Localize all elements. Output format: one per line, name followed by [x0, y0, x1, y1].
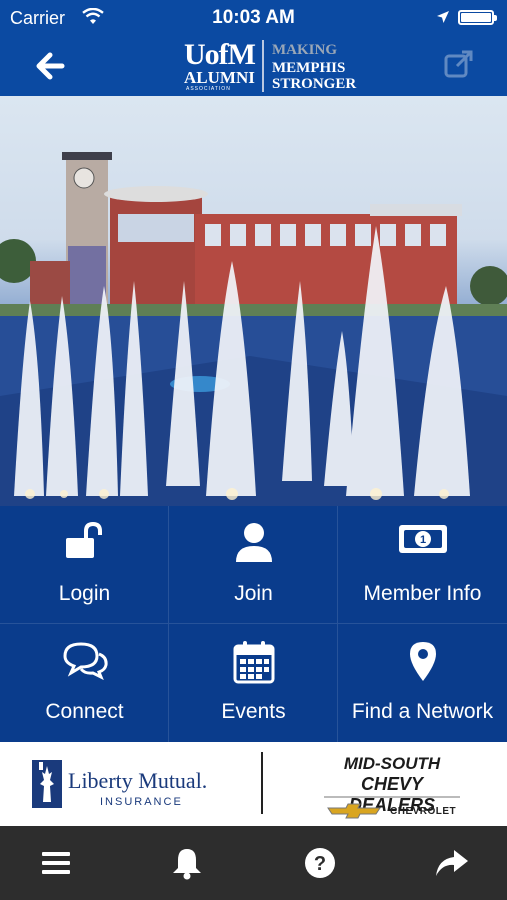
tagline-stronger: STRONGER [272, 76, 357, 92]
login-label: Login [58, 582, 111, 605]
chevrolet-wordmark: CHEVROLET [390, 806, 457, 817]
chevrolet-bowtie-icon [327, 803, 381, 819]
connect-tile[interactable]: Connect [0, 624, 169, 742]
share-forward-button[interactable] [434, 846, 468, 880]
liberty-mutual-name: Liberty Mutual. [68, 768, 208, 793]
menu-grid: Login Join 1 Member Info Connect Events … [0, 506, 507, 742]
chat-bubbles-icon [0, 640, 169, 682]
logo-divider [262, 40, 264, 92]
logo-alumni: ALUMNI [184, 68, 255, 87]
status-bar: Carrier 10:03 AM [0, 0, 507, 34]
join-label: Join [234, 582, 273, 605]
statue-of-liberty-icon [32, 760, 62, 808]
menu-button[interactable] [40, 846, 74, 880]
app-header: UofM ALUMNI ASSOCIATION MAKING MEMPHIS S… [0, 34, 507, 96]
unlock-icon [0, 522, 169, 564]
svg-text:?: ? [314, 853, 326, 875]
external-share-icon [444, 50, 473, 78]
help-icon: ? [305, 848, 335, 878]
arrow-left-icon [36, 52, 65, 80]
login-tile[interactable]: Login [0, 506, 169, 624]
logo-um: UofM [184, 38, 256, 71]
tagline-making: MAKING [272, 42, 337, 58]
card-icon: 1 [338, 522, 507, 564]
share-button[interactable] [443, 48, 475, 80]
connect-label: Connect [45, 700, 124, 723]
campus-fountain-photo [0, 96, 507, 506]
battery-icon [458, 10, 497, 25]
sponsor-divider [261, 752, 263, 814]
calendar-icon [169, 640, 338, 684]
events-label: Events [221, 700, 286, 723]
back-button[interactable] [34, 50, 66, 82]
join-tile[interactable]: Join [169, 506, 338, 624]
menu-icon [42, 852, 70, 874]
member-info-label: Member Info [363, 582, 482, 605]
alumni-logo: UofM ALUMNI ASSOCIATION MAKING MEMPHIS S… [184, 38, 364, 94]
events-tile[interactable]: Events [169, 624, 338, 742]
help-button[interactable]: ? [303, 846, 337, 880]
member-info-tile[interactable]: 1 Member Info [338, 506, 507, 624]
find-network-tile[interactable]: Find a Network [338, 624, 507, 742]
location-arrow-icon [436, 10, 450, 29]
sponsor-banner[interactable]: Liberty Mutual. INSURANCE MID-SOUTH CHEV… [0, 742, 507, 826]
logo-association: ASSOCIATION [186, 86, 231, 92]
chevy-rule [324, 796, 460, 798]
tagline-memphis: MEMPHIS [272, 60, 346, 76]
person-icon [169, 522, 338, 564]
chevy-dealers-logo: MID-SOUTH CHEVY DEALERS CHEVROLET [318, 750, 466, 820]
notifications-button[interactable] [170, 846, 204, 880]
bell-icon [173, 849, 201, 880]
chevy-line1: MID-SOUTH [343, 754, 441, 773]
clock: 10:03 AM [212, 7, 295, 28]
liberty-mutual-logo: Liberty Mutual. INSURANCE [30, 756, 230, 816]
location-pin-icon [338, 640, 507, 682]
svg-text:1: 1 [419, 534, 425, 546]
liberty-mutual-insurance: INSURANCE [100, 796, 183, 808]
share-icon [436, 850, 468, 876]
bottom-tab-bar: ? [0, 826, 507, 900]
find-network-label: Find a Network [351, 700, 494, 723]
